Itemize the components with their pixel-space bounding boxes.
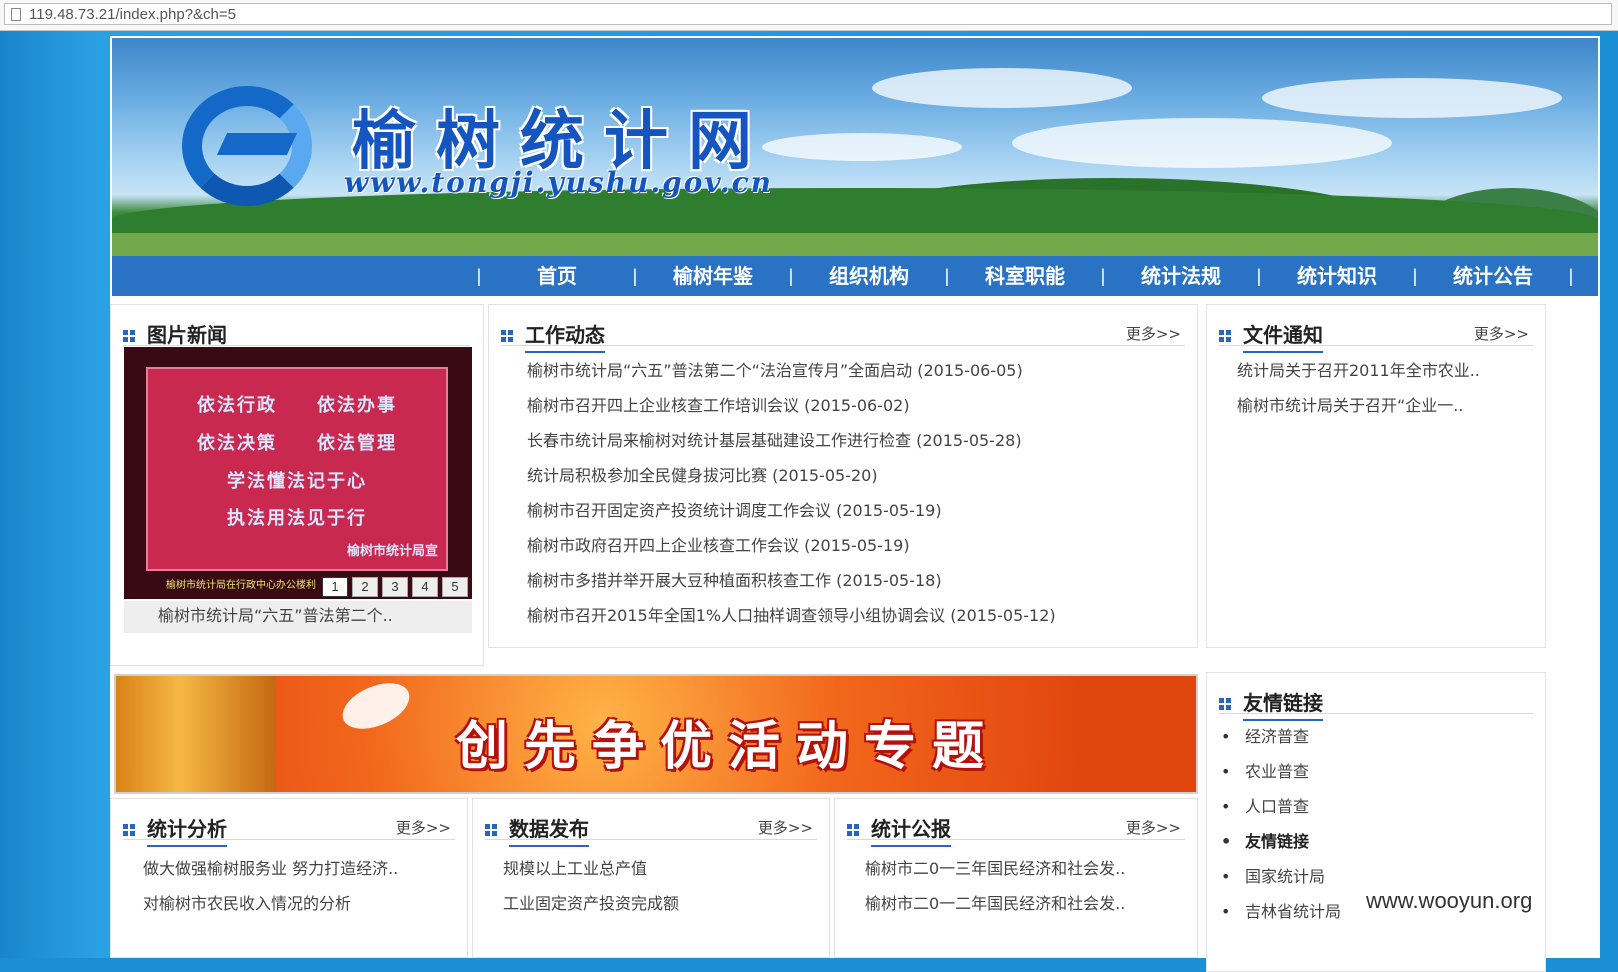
screen-line: 依法行政 依法办事 (197, 395, 397, 416)
panel-header: 统计分析 更多>> (123, 811, 455, 847)
browser-address-bar: 119.48.73.21/index.php?&ch=5 (0, 0, 1618, 31)
photo-bottom-text: 榆树市统计局在行政中心办公楼利 (166, 580, 316, 591)
more-link[interactable]: 更多>> (758, 817, 813, 838)
photo-pager: 1 2 3 4 5 (322, 577, 472, 597)
list-item[interactable]: 榆树市多措并举开展大豆种植面积核查工作 (2015-05-18) (527, 567, 1177, 602)
list-item[interactable]: 榆树市召开四上企业核查工作培训会议 (2015-06-02) (527, 392, 1177, 427)
list-item[interactable]: 榆树市统计局关于召开“企业一.. (1237, 392, 1533, 427)
nav-separator: | (1568, 266, 1574, 286)
pager-button-5[interactable]: 5 (442, 577, 468, 597)
list-item[interactable]: 榆树市召开固定资产投资统计调度工作会议 (2015-05-19) (527, 497, 1177, 532)
nav-separator: | (1256, 266, 1262, 286)
more-link[interactable]: 更多>> (1126, 817, 1181, 838)
nav-item-organization[interactable]: 组织机构 (800, 256, 938, 296)
watermark: www.wooyun.org (1366, 888, 1533, 913)
grid-icon (1219, 698, 1231, 710)
nav-separator: | (476, 266, 482, 286)
data-release-panel: 数据发布 更多>> 规模以上工业总产值 工业固定资产投资完成额 (472, 798, 830, 958)
grid-icon (501, 330, 513, 342)
grid-icon (485, 824, 497, 836)
screen-line: 依法决策 依法管理 (197, 433, 397, 454)
nav-separator: | (632, 266, 638, 286)
pager-button-4[interactable]: 4 (412, 577, 438, 597)
link-item[interactable]: 人口普查 (1221, 793, 1533, 828)
list-item[interactable]: 对榆树市农民收入情况的分析 (143, 890, 455, 925)
list-item[interactable]: 长春市统计局来榆树对统计基层基础建设工作进行检查 (2015-05-28) (527, 427, 1177, 462)
link-item[interactable]: 友情链接 (1221, 828, 1533, 863)
nav-item-laws[interactable]: 统计法规 (1112, 256, 1250, 296)
list-item[interactable]: 工业固定资产投资完成额 (503, 890, 817, 925)
nav-separator: | (1412, 266, 1418, 286)
more-link[interactable]: 更多>> (1126, 323, 1181, 344)
nav-separator: | (1100, 266, 1106, 286)
work-news-panel: 工作动态 更多>> 榆树市统计局“六五”普法第二个“法治宣传月”全面启动 (20… (488, 304, 1198, 648)
screen-line: 执法用法见于行 (227, 508, 367, 529)
list-item[interactable]: 做大做强榆树服务业 努力打造经济.. (143, 855, 455, 890)
url-text: 119.48.73.21/index.php?&ch=5 (29, 6, 236, 23)
panel-header: 统计公报 更多>> (847, 811, 1185, 847)
main-nav: | 首页 | 榆树年鉴 | 组织机构 | 科室职能 | 统计法规 | 统计知识 … (112, 256, 1598, 296)
panel-title: 数据发布 (509, 813, 589, 847)
panel-header: 图片新闻 (123, 317, 471, 353)
more-link[interactable]: 更多>> (1474, 323, 1529, 344)
header-banner: 榆树统计网 www.tongji.yushu.gov.cn (112, 38, 1598, 262)
grid-icon (1219, 330, 1231, 342)
panel-title: 友情链接 (1243, 687, 1323, 721)
link-item[interactable]: 经济普查 (1221, 723, 1533, 758)
grid-icon (847, 824, 859, 836)
pager-button-2[interactable]: 2 (352, 577, 378, 597)
list-item[interactable]: 规模以上工业总产值 (503, 855, 817, 890)
links-panel: 友情链接 经济普查 农业普查 人口普查 友情链接 国家统计局 吉林省统计局 (1206, 672, 1546, 972)
list-item[interactable]: 榆树市二0一二年国民经济和社会发.. (865, 890, 1185, 925)
nav-item-announcements[interactable]: 统计公告 (1424, 256, 1562, 296)
dove-graphic (337, 677, 415, 735)
promo-title: 创先争优活动专题 (456, 717, 1001, 777)
nav-item-home[interactable]: 首页 (488, 256, 626, 296)
pager-button-3[interactable]: 3 (382, 577, 408, 597)
nav-separator: | (788, 266, 794, 286)
link-item[interactable]: 农业普查 (1221, 758, 1533, 793)
nav-separator: | (944, 266, 950, 286)
more-link[interactable]: 更多>> (396, 817, 451, 838)
panel-title: 文件通知 (1243, 319, 1323, 353)
photo-news-panel: 图片新闻 依法行政 依法办事 依法决策 依法管理 学法懂法记于心 执法用法见于行… (110, 304, 484, 666)
panel-header: 数据发布 更多>> (485, 811, 817, 847)
nav-item-departments[interactable]: 科室职能 (956, 256, 1094, 296)
list-item[interactable]: 榆树市政府召开四上企业核查工作会议 (2015-05-19) (527, 532, 1177, 567)
page-icon (11, 8, 21, 21)
list-item[interactable]: 榆树市二0一三年国民经济和社会发.. (865, 855, 1185, 890)
panel-header: 友情链接 (1219, 685, 1533, 721)
panel-header: 工作动态 更多>> (501, 317, 1185, 353)
site-url: www.tongji.yushu.gov.cn (344, 166, 774, 199)
bulletin-panel: 统计公报 更多>> 榆树市二0一三年国民经济和社会发.. 榆树市二0一二年国民经… (834, 798, 1198, 958)
analysis-panel: 统计分析 更多>> 做大做强榆树服务业 努力打造经济.. 对榆树市农民收入情况的… (110, 798, 468, 958)
nav-item-knowledge[interactable]: 统计知识 (1268, 256, 1406, 296)
panel-title: 统计公报 (871, 813, 951, 847)
grid-icon (123, 824, 135, 836)
photo-caption[interactable]: 榆树市统计局“六五”普法第二个.. (124, 601, 472, 633)
panel-title: 统计分析 (147, 813, 227, 847)
list-item[interactable]: 榆树市召开2015年全国1%人口抽样调查领导小组协调会议 (2015-05-12… (527, 602, 1177, 637)
list-item[interactable]: 统计局关于召开2011年全市农业.. (1237, 357, 1533, 392)
list-item[interactable]: 统计局积极参加全民健身拔河比赛 (2015-05-20) (527, 462, 1177, 497)
screen-sign: 榆树市统计局宣 (346, 544, 438, 559)
notices-panel: 文件通知 更多>> 统计局关于召开2011年全市农业.. 榆树市统计局关于召开“… (1206, 304, 1546, 648)
url-field[interactable]: 119.48.73.21/index.php?&ch=5 (4, 3, 1612, 25)
panel-header: 文件通知 更多>> (1219, 317, 1533, 353)
screen-line: 学法懂法记于心 (227, 471, 367, 492)
promo-pillar-graphic (116, 676, 276, 792)
pager-button-1[interactable]: 1 (322, 577, 348, 597)
site-container: 榆树统计网 www.tongji.yushu.gov.cn | 首页 | 榆树年… (110, 36, 1600, 972)
list-item[interactable]: 榆树市统计局“六五”普法第二个“法治宣传月”全面启动 (2015-06-05) (527, 357, 1177, 392)
nav-item-yearbook[interactable]: 榆树年鉴 (644, 256, 782, 296)
panel-title: 工作动态 (525, 319, 605, 353)
news-photo[interactable]: 依法行政 依法办事 依法决策 依法管理 学法懂法记于心 执法用法见于行 榆树市统… (124, 347, 472, 599)
grid-icon (123, 330, 135, 342)
promo-banner[interactable]: 创先争优活动专题 (114, 674, 1198, 794)
photo-screen: 依法行政 依法办事 依法决策 依法管理 学法懂法记于心 执法用法见于行 榆树市统… (146, 367, 448, 571)
